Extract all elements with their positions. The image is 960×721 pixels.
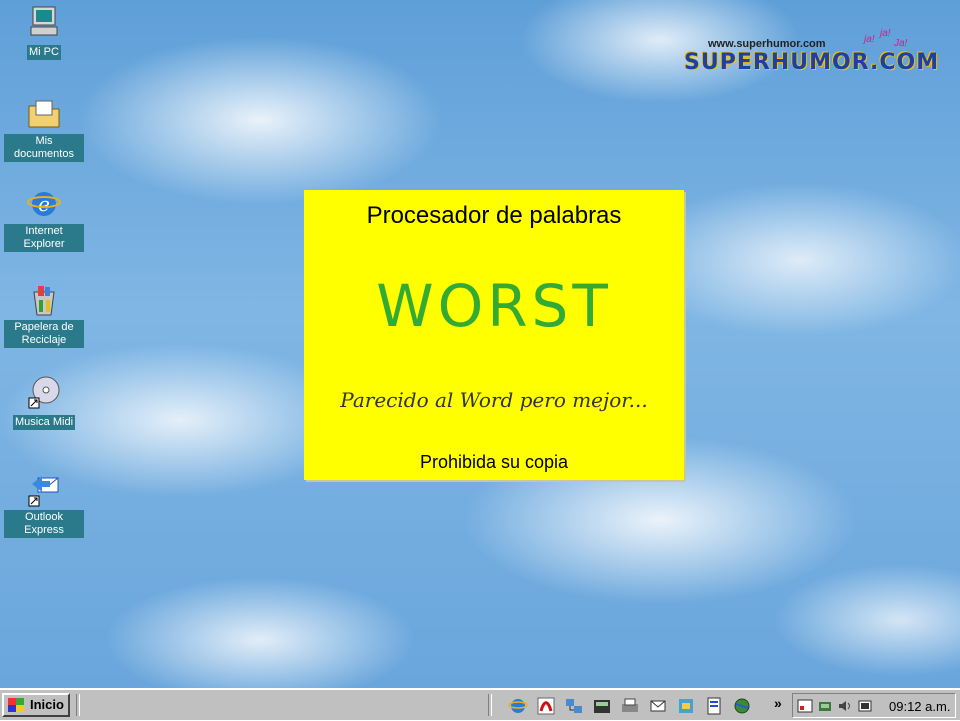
network-tray-icon[interactable] <box>817 698 833 714</box>
computer-icon <box>26 4 62 40</box>
calculator-icon[interactable] <box>592 696 612 716</box>
logo-url: www.superhumor.com <box>708 38 826 50</box>
desktop-icon-label: Mis documentos <box>4 134 84 162</box>
folder-icon <box>26 96 62 132</box>
card-title: Procesador de palabras <box>366 202 622 229</box>
site-logo: www.superhumor.com SUPERHUMOR.COM ja! ja… <box>684 28 938 78</box>
desktop-icon-mi-pc[interactable]: Mi PC <box>4 4 84 60</box>
system-tray: 09:12 a.m. <box>792 693 956 718</box>
taskbar-separator <box>488 694 492 716</box>
desktop-icon-label: Internet Explorer <box>4 224 84 252</box>
recycle-bin-icon <box>26 282 62 318</box>
battery-icon[interactable] <box>857 698 873 714</box>
outlook-icon <box>26 472 62 508</box>
desktop-icon-outlook-express[interactable]: Outlook Express <box>4 472 84 538</box>
desktop-icon-internet-explorer[interactable]: e Internet Explorer <box>4 186 84 252</box>
desktop-icon-mis-documentos[interactable]: Mis documentos <box>4 96 84 162</box>
logo-laugh: ja! <box>880 28 891 39</box>
tools-icon[interactable] <box>676 696 696 716</box>
taskbar: Inicio » 09:12 a.m. <box>0 688 960 720</box>
cd-icon <box>26 374 62 410</box>
desktop-icon-label: Papelera de Reciclaje <box>4 320 84 348</box>
word-icon[interactable] <box>704 696 724 716</box>
desktop-icon-papelera[interactable]: Papelera de Reciclaje <box>4 282 84 348</box>
printer-icon[interactable] <box>620 696 640 716</box>
card-footer: Prohibida su copia <box>419 452 569 472</box>
card-brand: WORST <box>376 272 612 340</box>
desktop-icon-musica-midi[interactable]: Musica Midi <box>4 374 84 430</box>
desktop-icon-label: Mi PC <box>27 45 61 60</box>
desktop: Mi PC Mis documentos e Internet Explorer… <box>0 0 960 688</box>
desktop-icon-label: Musica Midi <box>12 415 76 430</box>
volume-settings-icon[interactable] <box>797 698 813 714</box>
windows-logo-icon <box>8 698 24 712</box>
start-button[interactable]: Inicio <box>2 693 70 717</box>
speaker-icon[interactable] <box>837 698 853 714</box>
logo-laugh: Ja! <box>894 38 908 49</box>
taskbar-clock[interactable]: 09:12 a.m. <box>889 699 950 714</box>
acrobat-icon[interactable] <box>536 696 556 716</box>
globe-icon[interactable] <box>732 696 752 716</box>
ie-icon[interactable] <box>508 696 528 716</box>
logo-laugh: ja! <box>864 34 875 45</box>
desktop-icon-label: Outlook Express <box>4 510 84 538</box>
mail-icon[interactable] <box>648 696 668 716</box>
start-label: Inicio <box>30 697 64 712</box>
svg-text:e: e <box>38 192 50 216</box>
splash-card: Procesador de palabras WORST Parecido al… <box>304 190 684 480</box>
logo-name: SUPERHUMOR.COM <box>684 50 940 75</box>
taskbar-separator <box>76 694 80 716</box>
network-icon[interactable] <box>564 696 584 716</box>
ie-icon: e <box>26 186 62 222</box>
quick-launch-overflow[interactable]: » <box>774 695 782 711</box>
card-tagline: Parecido al Word pero mejor... <box>340 388 648 412</box>
